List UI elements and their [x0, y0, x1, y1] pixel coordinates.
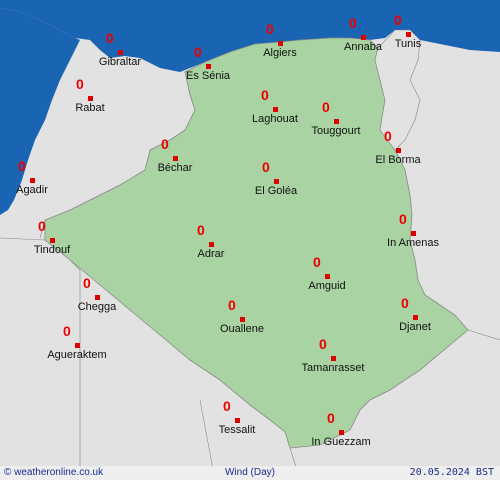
station-name: Agadir [16, 184, 48, 196]
station-marker-icon [118, 50, 123, 55]
wind-value: 0 [322, 99, 330, 115]
wind-value: 0 [106, 30, 114, 46]
wind-value: 0 [38, 218, 46, 234]
wind-value: 0 [194, 44, 202, 60]
station-name: Touggourt [311, 125, 361, 137]
wind-value: 0 [401, 295, 409, 311]
station-name: Gibraltar [98, 56, 142, 68]
station-marker-icon [334, 119, 339, 124]
station-name: Rabat [75, 102, 105, 114]
station-name: El Goléa [254, 185, 298, 197]
weather-map: 0 Gibraltar 0 Algiers 0 Annaba 0 Tunis 0 Es Sénia… [0, 0, 500, 480]
wind-value: 0 [228, 297, 236, 313]
station-name: Agueraktem [47, 349, 107, 361]
wind-value: 0 [197, 222, 205, 238]
station-marker-icon [235, 418, 240, 423]
station-name: Algiers [263, 47, 297, 59]
wind-value: 0 [266, 21, 274, 37]
station-marker-icon [396, 148, 401, 153]
map-footer: © weatheronline.co.uk Wind (Day) 20.05.2… [0, 466, 500, 480]
station-marker-icon [274, 179, 279, 184]
station-name: Amguid [308, 280, 346, 292]
wind-value: 0 [384, 128, 392, 144]
station-marker-icon [75, 343, 80, 348]
station-marker-icon [173, 156, 178, 161]
station-name: Béchar [157, 162, 193, 174]
station-name: Laghouat [252, 113, 298, 125]
station-marker-icon [406, 32, 411, 37]
station-name: Adrar [197, 248, 225, 260]
station-name: Tessalit [218, 424, 256, 436]
station-name: Tunis [394, 38, 422, 50]
station-marker-icon [361, 35, 366, 40]
station-marker-icon [339, 430, 344, 435]
wind-value: 0 [83, 275, 91, 291]
station-name: Annaba [344, 41, 382, 53]
wind-value: 0 [262, 159, 270, 175]
wind-value: 0 [76, 76, 84, 92]
station-name: Chegga [77, 301, 117, 313]
station-marker-icon [278, 41, 283, 46]
date-label: 20.05.2024 BST [409, 467, 494, 478]
station-marker-icon [88, 96, 93, 101]
wind-value: 0 [313, 254, 321, 270]
wind-value: 0 [18, 158, 26, 174]
station-name: In Amenas [387, 237, 439, 249]
station-marker-icon [206, 64, 211, 69]
wind-value: 0 [349, 15, 357, 31]
station-name: El Borma [375, 154, 421, 166]
station-name: Ouallene [219, 323, 265, 335]
station-marker-icon [413, 315, 418, 320]
wind-value: 0 [223, 398, 231, 414]
station-name: Tindouf [33, 244, 71, 256]
station-marker-icon [209, 242, 214, 247]
station-marker-icon [95, 295, 100, 300]
wind-value: 0 [319, 336, 327, 352]
station-name: Tamanrasset [301, 362, 365, 374]
station-marker-icon [411, 231, 416, 236]
station-marker-icon [331, 356, 336, 361]
station-name: In Guezzam [311, 436, 371, 448]
wind-value: 0 [399, 211, 407, 227]
station-marker-icon [240, 317, 245, 322]
wind-value: 0 [261, 87, 269, 103]
station-name: Es Sénia [185, 70, 231, 82]
wind-value: 0 [327, 410, 335, 426]
station-marker-icon [30, 178, 35, 183]
wind-value: 0 [161, 136, 169, 152]
wind-value: 0 [394, 12, 402, 28]
station-marker-icon [325, 274, 330, 279]
station-name: Djanet [399, 321, 431, 333]
station-marker-icon [50, 238, 55, 243]
wind-value: 0 [63, 323, 71, 339]
station-marker-icon [273, 107, 278, 112]
